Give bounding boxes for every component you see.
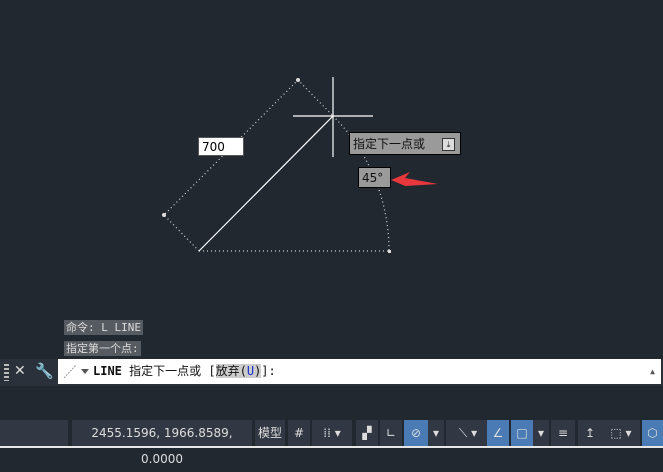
ortho-icon[interactable]: ∟ bbox=[380, 420, 402, 446]
download-icon[interactable]: ⤓ bbox=[442, 138, 455, 151]
isodraft-icon[interactable]: ⟍ ▾ bbox=[446, 420, 490, 446]
arrow-annotation-icon bbox=[391, 172, 438, 188]
history-line: 命令: L LINE bbox=[64, 320, 143, 335]
dimension-input[interactable]: 700 bbox=[198, 137, 244, 156]
object-snap-icon[interactable]: □ bbox=[511, 420, 533, 446]
ucs-icon[interactable]: ↥ bbox=[578, 420, 602, 446]
angle-input[interactable]: 45° bbox=[358, 167, 391, 188]
snap-mode-icon[interactable]: ⁞⁞ ▾ bbox=[312, 420, 352, 446]
grid-icon[interactable]: # bbox=[288, 420, 310, 446]
undo-option-label: 放弃( bbox=[215, 364, 247, 378]
grip-point[interactable] bbox=[162, 213, 166, 217]
expand-history-icon[interactable]: ▲ bbox=[650, 359, 655, 384]
line-tool-icon[interactable] bbox=[62, 363, 90, 380]
close-icon[interactable]: ✕ bbox=[14, 363, 26, 379]
polar-dropdown-icon[interactable]: ▾ bbox=[428, 420, 444, 446]
dimension-guides bbox=[163, 79, 390, 252]
dynamic-input-tooltip: 指定下一点或 ⤓ bbox=[349, 132, 461, 155]
status-blank bbox=[0, 420, 68, 446]
coordinates-readout[interactable]: 2455.1596, 1966.8589, 0.0000 bbox=[72, 420, 252, 466]
grip-point[interactable] bbox=[388, 250, 391, 253]
command-bar: ✕ 🔧 LINE 指定下一点或 [放弃(U)]: ▲ bbox=[0, 359, 663, 386]
infer-constraints-icon[interactable]: ▞ bbox=[356, 420, 378, 446]
polar-tracking-icon[interactable]: ⊘ bbox=[404, 420, 428, 446]
history-line: 指定第一个点: bbox=[64, 341, 141, 356]
wrench-icon[interactable]: 🔧 bbox=[35, 362, 54, 380]
selection-cycling-icon[interactable]: ⬚ ▾ bbox=[602, 420, 640, 446]
undo-option-key: U bbox=[246, 364, 255, 378]
3d-osnap-icon[interactable]: ⬡ bbox=[642, 420, 663, 446]
lineweight-icon[interactable]: ≡ bbox=[551, 420, 575, 446]
status-bar: 2455.1596, 1966.8589, 0.0000 模型 # ⁞⁞ ▾ ▞… bbox=[0, 420, 663, 466]
object-snap-tracking-icon[interactable]: ∠ bbox=[487, 420, 509, 446]
tooltip-prompt: 指定下一点或 bbox=[353, 137, 426, 151]
drag-handle[interactable] bbox=[4, 364, 9, 381]
command-name: LINE bbox=[93, 364, 122, 378]
undo-option[interactable]: 放弃(U) bbox=[215, 364, 262, 378]
command-input[interactable]: LINE 指定下一点或 [放弃(U)]: ▲ bbox=[58, 359, 661, 384]
grip-point[interactable] bbox=[296, 78, 300, 82]
command-suffix: ]: bbox=[261, 364, 276, 378]
model-space-button[interactable]: 模型 bbox=[255, 420, 285, 446]
object-snap-dropdown-icon[interactable]: ▾ bbox=[533, 420, 549, 446]
command-prompt: 指定下一点或 [ bbox=[129, 364, 216, 378]
